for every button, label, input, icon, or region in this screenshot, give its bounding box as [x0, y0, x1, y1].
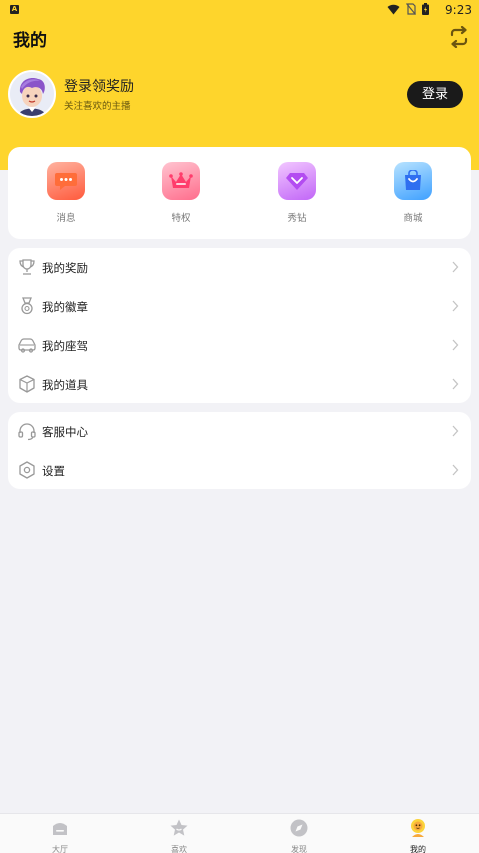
menu-item-badges[interactable]: 我的徽章	[8, 287, 471, 326]
headset-icon	[18, 423, 36, 441]
clock: 9:23	[445, 3, 472, 17]
menu-item-label: 我的奖励	[42, 261, 88, 275]
avatar[interactable]	[8, 70, 56, 118]
quick-action-diamond[interactable]: 秀钻	[267, 162, 327, 224]
tab-hall[interactable]: 大厅	[30, 818, 90, 853]
menu-item-customer-service[interactable]: 客服中心	[8, 412, 471, 451]
status-icons	[387, 3, 429, 15]
compass-icon	[290, 819, 308, 837]
quick-action-label: 特权	[171, 213, 191, 224]
login-prompt-title[interactable]: 登录领奖励	[64, 76, 134, 96]
menu-item-label: 客服中心	[42, 425, 88, 439]
box-icon	[19, 375, 35, 393]
chevron-right-icon	[452, 300, 459, 312]
chevron-right-icon	[452, 339, 459, 351]
tab-label: 大厅	[52, 845, 68, 853]
menu-item-label: 我的徽章	[42, 300, 88, 314]
bottom-tab-bar: 大厅 喜欢 发现 我的	[0, 813, 479, 853]
menu-item-props[interactable]: 我的道具	[8, 365, 471, 404]
quick-action-label: 商城	[403, 213, 423, 224]
quick-action-mall[interactable]: 商城	[383, 162, 443, 224]
menu-card-support: 客服中心 设置	[8, 412, 471, 489]
login-button[interactable]: 登录	[407, 81, 463, 108]
tab-label: 我的	[410, 845, 426, 853]
quick-actions-card: 消息 特权 秀钻 商城	[8, 147, 471, 239]
status-bar: A 9:23	[0, 0, 479, 20]
tab-me[interactable]: 我的	[388, 818, 448, 853]
trophy-icon	[19, 259, 35, 275]
avatar-illustration	[10, 72, 54, 116]
chevron-right-icon	[452, 464, 459, 476]
settings-icon	[19, 461, 35, 479]
page-title: 我的	[13, 31, 47, 51]
tab-favorites[interactable]: 喜欢	[149, 818, 209, 853]
menu-item-vehicles[interactable]: 我的座驾	[8, 326, 471, 365]
me-icon	[411, 819, 425, 837]
crown-icon	[162, 162, 200, 200]
menu-card-rewards: 我的奖励 我的徽章 我的座驾 我的道具	[8, 248, 471, 403]
tab-label: 发现	[291, 845, 307, 853]
wifi-icon	[387, 4, 400, 14]
no-sim-icon	[406, 3, 416, 15]
chevron-right-icon	[452, 261, 459, 273]
chevron-right-icon	[452, 425, 459, 437]
chevron-right-icon	[452, 378, 459, 390]
shopping-bag-icon	[394, 162, 432, 200]
menu-item-label: 设置	[42, 464, 65, 478]
quick-action-message[interactable]: 消息	[36, 162, 96, 224]
switch-icon[interactable]	[448, 26, 470, 48]
login-prompt-subtitle: 关注喜欢的主播	[64, 101, 131, 112]
hall-icon	[53, 823, 67, 835]
menu-item-rewards[interactable]: 我的奖励	[8, 248, 471, 287]
battery-icon	[422, 3, 429, 15]
menu-item-label: 我的座驾	[42, 339, 88, 353]
diamond-icon	[278, 162, 316, 200]
menu-item-label: 我的道具	[42, 378, 88, 392]
medal-icon	[21, 297, 33, 315]
menu-item-settings[interactable]: 设置	[8, 451, 471, 490]
star-icon	[170, 819, 188, 836]
tab-label: 喜欢	[171, 845, 187, 853]
quick-action-privilege[interactable]: 特权	[151, 162, 211, 224]
quick-action-label: 秀钻	[287, 213, 307, 224]
car-icon	[18, 338, 36, 353]
quick-action-label: 消息	[56, 213, 76, 224]
message-icon	[47, 162, 85, 200]
notification-badge-icon: A	[10, 5, 19, 14]
tab-discover[interactable]: 发现	[269, 818, 329, 853]
